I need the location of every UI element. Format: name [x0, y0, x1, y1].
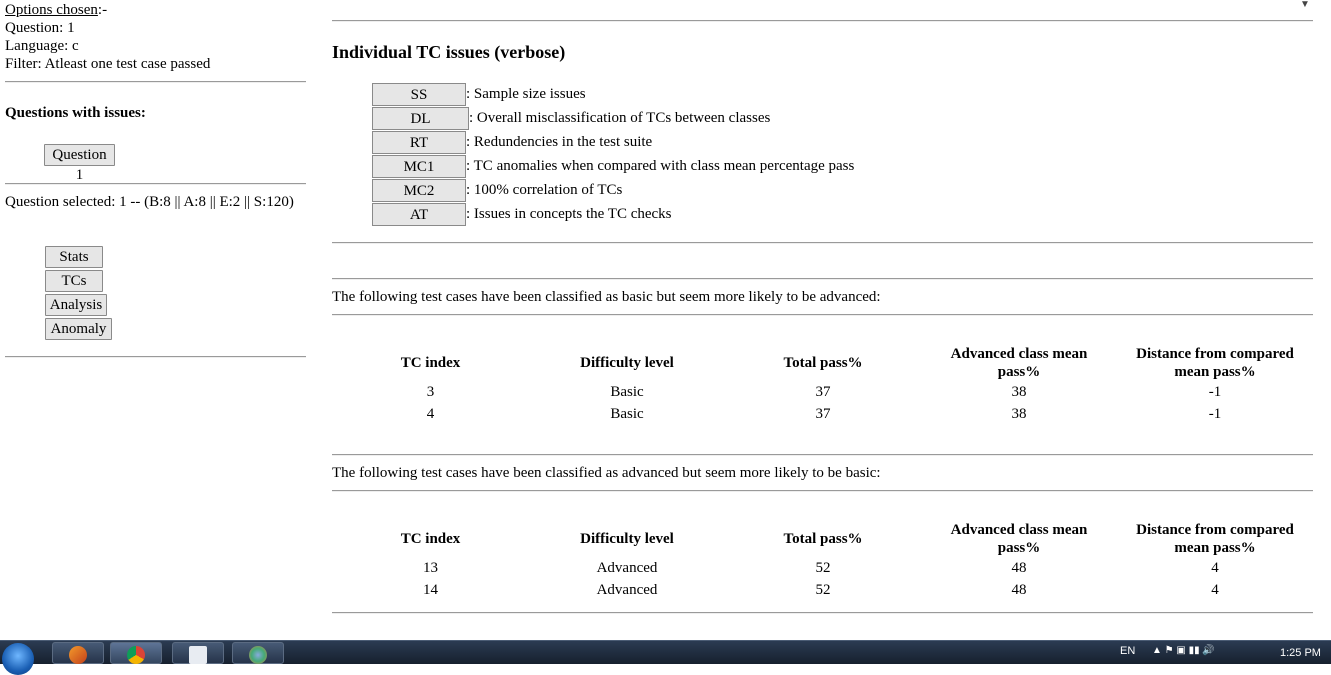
divider — [332, 242, 1313, 244]
legend-ss-desc: : Sample size issues — [466, 86, 586, 102]
col-total-pass: Total pass% — [783, 355, 863, 371]
section-basic-text: The following test cases have been class… — [332, 289, 881, 305]
cell-tc-index: 3 — [426, 384, 435, 400]
options-heading: Options chosen:- — [5, 1, 107, 19]
divider — [5, 356, 306, 358]
col-distance: Distance from compared mean pass% — [1117, 345, 1313, 381]
stats-button[interactable]: Stats — [45, 246, 103, 268]
legend-dl-desc: : Overall misclassification of TCs betwe… — [469, 110, 771, 126]
divider — [5, 81, 306, 83]
option-question: Question: 1 — [5, 20, 75, 36]
chrome-icon[interactable] — [110, 642, 162, 664]
section-advanced-text: The following test cases have been class… — [332, 465, 881, 481]
legend-rt-desc: : Redundencies in the test suite — [466, 134, 653, 150]
cell-tc-index: 14 — [423, 582, 438, 598]
table-header-row: TC index Difficulty level Total pass% Ad… — [332, 521, 1313, 557]
table-row: 4 Basic 37 38 -1 — [332, 403, 1313, 425]
cell-distance: 4 — [1211, 582, 1219, 598]
table-header-row: TC index Difficulty level Total pass% Ad… — [332, 345, 1313, 381]
cell-tc-index: 13 — [423, 560, 438, 576]
options-heading-suffix: :- — [97, 2, 108, 18]
cell-adv-mean: 48 — [1011, 582, 1027, 598]
anomaly-button[interactable]: Anomaly — [45, 318, 112, 340]
tcs-button[interactable]: TCs — [45, 270, 103, 292]
clock-time[interactable]: 1:25 PM — [1280, 647, 1321, 659]
col-difficulty: Difficulty level — [580, 355, 674, 371]
col-total-pass: Total pass% — [783, 531, 863, 547]
divider — [332, 278, 1313, 280]
legend-mc1-desc: : TC anomalies when compared with class … — [466, 158, 855, 174]
cell-total-pass: 52 — [815, 560, 831, 576]
col-distance-label: Distance from compared mean pass% — [1136, 346, 1294, 380]
windows-taskbar: EN ▲ ⚑ ▣ ▮▮ 🔊 1:25 PM — [0, 640, 1331, 675]
legend-rt-button[interactable]: RT — [372, 131, 466, 154]
cell-tc-index: 4 — [426, 406, 435, 422]
cell-adv-mean: 38 — [1011, 384, 1027, 400]
legend-at-desc: : Issues in concepts the TC checks — [466, 206, 672, 222]
table-row: 3 Basic 37 38 -1 — [332, 381, 1313, 403]
cell-distance: 4 — [1211, 560, 1219, 576]
cell-difficulty: Basic — [610, 384, 644, 400]
left-panel: Options chosen:- Question: 1 Language: c… — [0, 0, 310, 640]
col-distance: Distance from compared mean pass% — [1117, 521, 1313, 557]
divider — [5, 183, 306, 185]
language-indicator[interactable]: EN — [1120, 645, 1135, 657]
analysis-button[interactable]: Analysis — [45, 294, 107, 316]
divider — [332, 490, 1313, 492]
legend-mc2-desc: : 100% correlation of TCs — [466, 182, 623, 198]
divider — [332, 314, 1313, 316]
advanced-anomaly-table: TC index Difficulty level Total pass% Ad… — [332, 521, 1313, 601]
cell-difficulty: Basic — [610, 406, 644, 422]
option-language: Language: c — [5, 38, 79, 54]
legend-mc1-button[interactable]: MC1 — [372, 155, 466, 178]
cell-adv-mean: 38 — [1011, 406, 1027, 422]
col-adv-mean: Advanced class mean pass% — [921, 521, 1117, 557]
cell-difficulty: Advanced — [596, 560, 658, 576]
questions-with-issues-heading: Questions with issues: — [5, 105, 146, 121]
col-adv-mean: Advanced class mean pass% — [921, 345, 1117, 381]
cell-difficulty: Advanced — [596, 582, 658, 598]
cell-total-pass: 52 — [815, 582, 831, 598]
col-adv-mean-label: Advanced class mean pass% — [950, 346, 1088, 380]
cell-adv-mean: 48 — [1011, 560, 1027, 576]
option-filter: Filter: Atleast one test case passed — [5, 56, 211, 72]
col-difficulty: Difficulty level — [580, 531, 674, 547]
table-row: 13 Advanced 52 48 4 — [332, 557, 1313, 579]
cell-total-pass: 37 — [815, 406, 831, 422]
legend-at-button[interactable]: AT — [372, 203, 466, 226]
notepad-icon[interactable] — [172, 642, 224, 664]
start-orb-icon[interactable] — [2, 643, 34, 675]
cell-distance: -1 — [1208, 406, 1222, 422]
options-heading-link[interactable]: Options chosen — [5, 2, 98, 18]
cell-total-pass: 37 — [815, 384, 831, 400]
matlab-icon[interactable] — [52, 642, 104, 664]
col-distance-label: Distance from compared mean pass% — [1136, 522, 1294, 556]
legend-dl-button[interactable]: DL — [372, 107, 469, 130]
scroll-down-arrow-icon[interactable]: ▼ — [1298, 0, 1312, 10]
paint-icon[interactable] — [232, 642, 284, 664]
col-adv-mean-label: Advanced class mean pass% — [950, 522, 1088, 556]
col-tc-index: TC index — [400, 355, 461, 371]
main-panel: Individual TC issues (verbose) SS : Samp… — [332, 0, 1313, 640]
tray-icons[interactable]: ▲ ⚑ ▣ ▮▮ 🔊 — [1152, 645, 1215, 656]
page-title: Individual TC issues (verbose) — [332, 42, 566, 62]
question-selected-text: Question selected: 1 -- (B:8 || A:8 || E… — [5, 194, 294, 210]
divider — [332, 20, 1313, 22]
divider — [332, 454, 1313, 456]
table-row: 14 Advanced 52 48 4 — [332, 579, 1313, 601]
basic-anomaly-table: TC index Difficulty level Total pass% Ad… — [332, 345, 1313, 425]
col-tc-index: TC index — [400, 531, 461, 547]
legend-mc2-button[interactable]: MC2 — [372, 179, 466, 202]
legend-ss-button[interactable]: SS — [372, 83, 466, 106]
cell-distance: -1 — [1208, 384, 1222, 400]
question-1-button[interactable]: Question 1 — [44, 144, 115, 183]
divider — [332, 612, 1313, 614]
